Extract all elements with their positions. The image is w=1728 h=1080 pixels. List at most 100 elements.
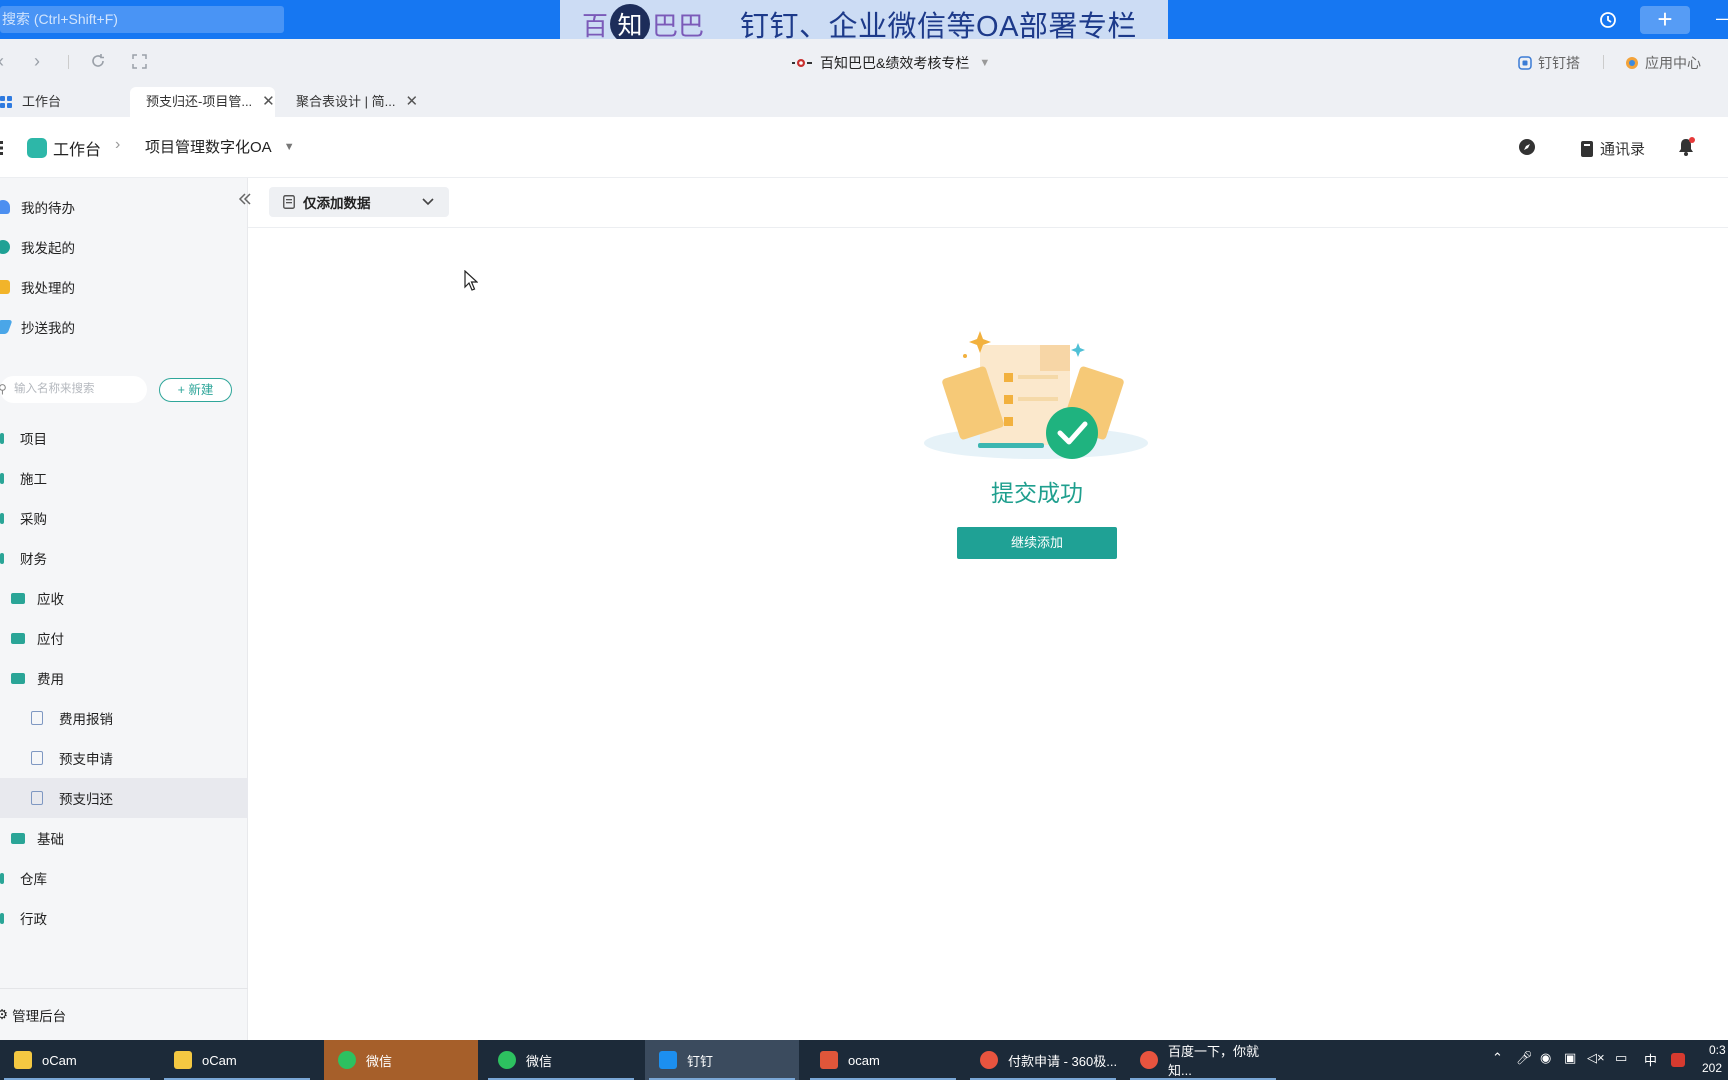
tree-item-expense-claim[interactable]: 费用报销: [0, 698, 248, 738]
tree-item-label: 项目: [20, 432, 47, 447]
form-doc-icon: [31, 751, 43, 765]
collapse-sidebar-icon[interactable]: [238, 192, 252, 206]
tree-item-project[interactable]: 项目: [0, 418, 248, 458]
data-filter-select[interactable]: 仅添加数据: [269, 187, 449, 217]
sidebar-search-input[interactable]: ⚲ 输入名称来搜索: [0, 376, 147, 403]
data-filter-label: 仅添加数据: [303, 196, 371, 211]
tree-item-label: 采购: [20, 512, 47, 527]
tree-item-basic[interactable]: 基础: [0, 818, 248, 858]
compass-icon[interactable]: [1518, 138, 1536, 156]
taskbar-item-dingtalk[interactable]: 钉钉: [645, 1040, 799, 1080]
refresh-icon[interactable]: [90, 53, 106, 69]
taskbar-item-ocam-2[interactable]: oCam: [160, 1040, 314, 1080]
folder-icon: [0, 912, 4, 924]
mouse-cursor-icon: [464, 270, 478, 291]
app-name: 项目管理数字化OA: [145, 139, 272, 156]
paper-plane-icon: [0, 320, 13, 334]
tab-label: 预支归还-项目管...: [146, 94, 253, 109]
minimize-button[interactable]: —: [1716, 8, 1728, 29]
volume-muted-icon[interactable]: ◁×: [1587, 1050, 1605, 1066]
dingda-label: 钉钉搭: [1538, 55, 1580, 71]
taskbar: oCam oCam 微信 微信 钉钉 ocam 付款申请 - 360极... 百…: [0, 1040, 1728, 1080]
tree-item-label: 应收: [37, 592, 64, 607]
tree-item-payable[interactable]: 应付: [0, 618, 248, 658]
sidebar-item-initiated[interactable]: 我发起的: [0, 227, 248, 267]
taskbar-item-wechat-1[interactable]: 微信: [324, 1040, 478, 1080]
back-icon[interactable]: ‹: [0, 51, 4, 72]
breadcrumb-workbench[interactable]: 工作台: [27, 136, 101, 160]
taskbar-item-ocam-1[interactable]: oCam: [0, 1040, 154, 1080]
taskbar-item-ocam-app[interactable]: ocam: [806, 1040, 960, 1080]
search-icon: ⚲: [0, 382, 7, 396]
tree-item-finance[interactable]: 财务: [0, 538, 248, 578]
tab-aggregate-design[interactable]: 聚合表设计 | 简... ✕: [280, 87, 422, 117]
ime-indicator[interactable]: 中: [1644, 1050, 1657, 1069]
close-icon[interactable]: ✕: [405, 87, 418, 117]
notification-bell-icon[interactable]: [1677, 137, 1695, 157]
contacts-link[interactable]: 通讯录: [1580, 138, 1645, 159]
breadcrumb-app[interactable]: 项目管理数字化OA ▼: [145, 136, 295, 157]
admin-console-link[interactable]: ⚙ 管理后台: [0, 988, 248, 1040]
network-icon[interactable]: ▣: [1564, 1050, 1576, 1066]
dingda-link[interactable]: 钉钉搭: [1518, 53, 1580, 73]
app-center-icon: [1626, 57, 1638, 69]
tree-item-label: 费用报销: [59, 712, 113, 727]
banner-brand: 百 知 巴巴: [582, 4, 704, 44]
global-search-input[interactable]: 搜索 (Ctrl+Shift+F): [0, 6, 284, 33]
tree-item-construction[interactable]: 施工: [0, 458, 248, 498]
browser-nav-bar: ‹ › 百知巴巴&绩效考核专栏 ▼ 钉钉搭 应用中心: [0, 39, 1728, 85]
continue-adding-button[interactable]: 继续添加: [957, 527, 1117, 559]
gear-icon: ⚙: [0, 1006, 9, 1022]
grid-icon: [0, 96, 12, 108]
form-doc-icon: [31, 791, 43, 805]
tree-item-label: 应付: [37, 632, 64, 647]
clock-time[interactable]: 0:3: [1709, 1043, 1726, 1057]
banner-brand-left: 百: [582, 10, 609, 41]
folder-icon: [11, 832, 25, 844]
tree-item-purchase[interactable]: 采购: [0, 498, 248, 538]
sidebar-search-placeholder: 输入名称来搜索: [14, 383, 95, 395]
clock-date[interactable]: 202: [1702, 1061, 1722, 1075]
tab-advance-return[interactable]: 预支归还-项目管... ✕: [130, 87, 275, 117]
tab-workbench[interactable]: 工作台: [0, 87, 125, 117]
forward-icon[interactable]: ›: [34, 51, 40, 72]
tree-item-admin-dept[interactable]: 行政: [0, 898, 248, 938]
taskbar-item-browser-baidu[interactable]: 百度一下，你就知...: [1126, 1040, 1280, 1080]
menu-icon[interactable]: [0, 141, 4, 155]
tree-item-receivable[interactable]: 应收: [0, 578, 248, 618]
tree-item-expense[interactable]: 费用: [0, 658, 248, 698]
keyboard-icon[interactable]: ▭: [1615, 1050, 1627, 1066]
sidebar-item-my-todo[interactable]: 我的待办: [0, 187, 248, 227]
tree-item-advance-return[interactable]: 预支归还: [0, 778, 248, 818]
app-center-link[interactable]: 应用中心: [1625, 53, 1701, 73]
success-title: 提交成功: [991, 480, 1083, 506]
wechat-icon: [338, 1051, 356, 1069]
tree-item-label: 预支归还: [59, 792, 113, 807]
sidebar-item-handled[interactable]: 我处理的: [0, 267, 248, 307]
sidebar-item-cc[interactable]: 抄送我的: [0, 307, 248, 347]
tree-item-label: 预支申请: [59, 752, 113, 767]
banner-brand-right: 巴巴: [652, 10, 705, 41]
sogou-ime-icon[interactable]: [1671, 1053, 1685, 1067]
microphone-icon[interactable]: 🎤︎: [1516, 1050, 1533, 1066]
taskbar-item-wechat-2[interactable]: 微信: [484, 1040, 638, 1080]
new-button[interactable]: + 新建: [159, 378, 232, 402]
main-toolbar: 仅添加数据: [248, 178, 1728, 228]
taskbar-item-label: 微信: [526, 1053, 553, 1069]
new-plus-button[interactable]: +: [1640, 6, 1690, 34]
site-title[interactable]: 百知巴巴&绩效考核专栏 ▼: [792, 53, 990, 73]
tree-item-advance-request[interactable]: 预支申请: [0, 738, 248, 778]
fullscreen-icon[interactable]: [132, 54, 147, 69]
tray-expand-icon[interactable]: ⌃: [1492, 1050, 1503, 1066]
tree-item-warehouse[interactable]: 仓库: [0, 858, 248, 898]
ocam-icon: [820, 1051, 838, 1069]
folder-icon: [0, 432, 4, 444]
history-icon[interactable]: [1597, 9, 1619, 31]
qq-icon[interactable]: ◉: [1540, 1050, 1551, 1066]
form-doc-icon: [283, 195, 295, 209]
close-icon[interactable]: ✕: [262, 87, 275, 117]
dingtalk-icon: [659, 1051, 677, 1069]
tree-item-label: 仓库: [20, 872, 47, 887]
folder-icon: [14, 1051, 32, 1069]
taskbar-item-browser-payment[interactable]: 付款申请 - 360极...: [966, 1040, 1120, 1080]
